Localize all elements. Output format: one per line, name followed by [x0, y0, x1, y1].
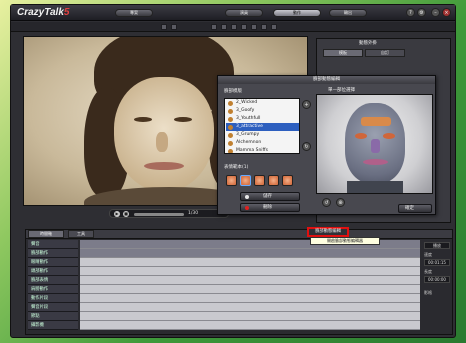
app-title: CrazyTalk [17, 7, 64, 18]
track-row[interactable] [80, 267, 420, 276]
mesh-eye-right-zone[interactable] [383, 133, 395, 139]
tool-icon-1[interactable] [161, 24, 167, 30]
track-label: 臉部表情 [28, 276, 78, 285]
stop-icon[interactable]: ■ [123, 211, 129, 217]
expression-section-label: 表情範本(1) [224, 165, 249, 170]
save-button[interactable]: 儲存 [240, 192, 300, 201]
title-bar: CrazyTalk5 專案 演員 動作 輸出 ? ⚙ – × [11, 5, 455, 21]
list-item-selected[interactable]: 3_attractive [226, 123, 299, 131]
tool-icon-3[interactable] [211, 24, 217, 30]
tool-icon-2[interactable] [171, 24, 177, 30]
time-display-2[interactable]: 00:00:00 [424, 276, 450, 283]
rotate-icon[interactable]: ↺ [322, 198, 331, 207]
tool-icon-6[interactable] [241, 24, 247, 30]
zoom-icon[interactable]: ⊕ [336, 198, 345, 207]
tab-actor[interactable]: 演員 [225, 9, 263, 17]
track-row[interactable] [80, 294, 420, 303]
list-item[interactable]: Alchemnon [226, 139, 299, 147]
track-label: 聲音片段 [28, 303, 78, 312]
tab-template[interactable]: 模板 [323, 49, 363, 57]
tab-tools[interactable]: 工具 [68, 230, 94, 238]
mesh-neck [347, 181, 403, 193]
delete-button[interactable]: 刪除 [240, 203, 300, 212]
play-icon[interactable]: ▶ [114, 211, 120, 217]
track-label: 頭部動作 [28, 267, 78, 276]
track-label: 眼睛動作 [28, 258, 78, 267]
timeline-play-button[interactable]: 播放 [424, 242, 450, 249]
track-row[interactable] [80, 249, 420, 258]
refresh-icon[interactable]: ↻ [302, 142, 311, 151]
preset-section-label: 臉部模版 [224, 89, 242, 94]
tool-icon-8[interactable] [261, 24, 267, 30]
track-row[interactable] [80, 258, 420, 267]
time-slider[interactable] [134, 213, 184, 216]
tab-project[interactable]: 專案 [115, 9, 153, 17]
frame-label: 影格 [424, 290, 432, 295]
ok-button[interactable]: 確定 [398, 204, 432, 213]
tool-icon-7[interactable] [251, 24, 257, 30]
help-icon[interactable]: ? [406, 8, 415, 17]
mesh-nose-zone[interactable] [371, 139, 380, 153]
track-row[interactable] [80, 321, 420, 330]
face-puppet-dialog: 臉部動態編輯 臉部模版 2_Wicked 3_Goofy 3_YouthfulI… [217, 75, 436, 215]
track-label: 肩膀動作 [28, 285, 78, 294]
list-item[interactable]: 2_Wicked [226, 99, 299, 107]
portrait-eye-right [174, 117, 192, 122]
expression-thumb-1[interactable] [226, 175, 237, 186]
tool-icon-5[interactable] [231, 24, 237, 30]
track-row[interactable] [80, 303, 420, 312]
time-display-1[interactable]: 00:01:15 [424, 259, 450, 266]
list-item[interactable]: Mamma Sniffs [226, 147, 299, 153]
timeline-panel: 時間軸 工具 聲音 臉部動作 眼睛動作 頭部動作 臉部表情 肩膀動作 動作片段 … [25, 229, 453, 335]
tab-custom[interactable]: 自訂 [365, 49, 405, 57]
track-row[interactable] [80, 276, 420, 285]
tab-output[interactable]: 輸出 [329, 9, 367, 17]
track-row[interactable] [80, 312, 420, 321]
list-item[interactable]: 3_YouthfulI [226, 115, 299, 123]
expression-thumb-2[interactable] [240, 175, 251, 186]
right-panel-header: 動態外掛 [359, 41, 377, 46]
expression-thumb-5[interactable] [282, 175, 293, 186]
tool-icon-9[interactable] [271, 24, 277, 30]
app-window: CrazyTalk5 專案 演員 動作 輸出 ? ⚙ – × ▶ ■ 1/30 … [10, 4, 456, 338]
mesh-eye-left-zone[interactable] [355, 133, 367, 139]
face-puppet-button[interactable]: 臉部動態編輯 [307, 227, 349, 237]
portrait-mouth [144, 162, 184, 170]
settings-icon[interactable]: ⚙ [417, 8, 426, 17]
dialog-title: 臉部動態編輯 [218, 76, 435, 84]
frame-counter: 1/30 [188, 211, 199, 216]
track-label: 攝影機 [28, 321, 78, 330]
toolbar [11, 22, 455, 32]
face-mesh-preview[interactable] [316, 94, 433, 194]
list-item[interactable]: 3_Goofy [226, 107, 299, 115]
app-title-version: 5 [63, 7, 70, 18]
length-label: 長度 [424, 269, 432, 274]
playback-controls: ▶ ■ 1/30 [109, 209, 229, 218]
track-row[interactable] [80, 285, 420, 294]
track-label: 聲音 [28, 240, 78, 249]
mesh-mouth-zone[interactable] [363, 159, 388, 165]
list-item[interactable]: 3_Grumpy [226, 131, 299, 139]
app-logo: CrazyTalk5 [17, 7, 69, 18]
minimize-icon[interactable]: – [431, 8, 440, 17]
close-icon[interactable]: × [442, 8, 451, 17]
portrait-eye-left [134, 117, 152, 122]
expression-thumb-3[interactable] [254, 175, 265, 186]
portrait-nose [156, 132, 168, 152]
tab-animation[interactable]: 動作 [273, 9, 321, 17]
tool-icon-4[interactable] [221, 24, 227, 30]
track-label: 臉部動作 [28, 249, 78, 258]
preset-list[interactable]: 2_Wicked 3_Goofy 3_YouthfulI 3_attractiv… [224, 98, 300, 154]
expression-thumb-4[interactable] [268, 175, 279, 186]
speed-label: 速度 [424, 252, 432, 257]
track-label: 動作片段 [28, 294, 78, 303]
tooltip: 開啟臉部動態編輯器 [310, 237, 380, 245]
track-label: 節點 [28, 312, 78, 321]
mesh-forehead-zone[interactable] [361, 117, 391, 126]
tab-timeline[interactable]: 時間軸 [28, 230, 64, 238]
preview-header: 單一部位選擇 [328, 88, 355, 93]
add-preset-icon[interactable]: + [302, 100, 311, 109]
timeline-header: 時間軸 工具 [26, 230, 452, 239]
